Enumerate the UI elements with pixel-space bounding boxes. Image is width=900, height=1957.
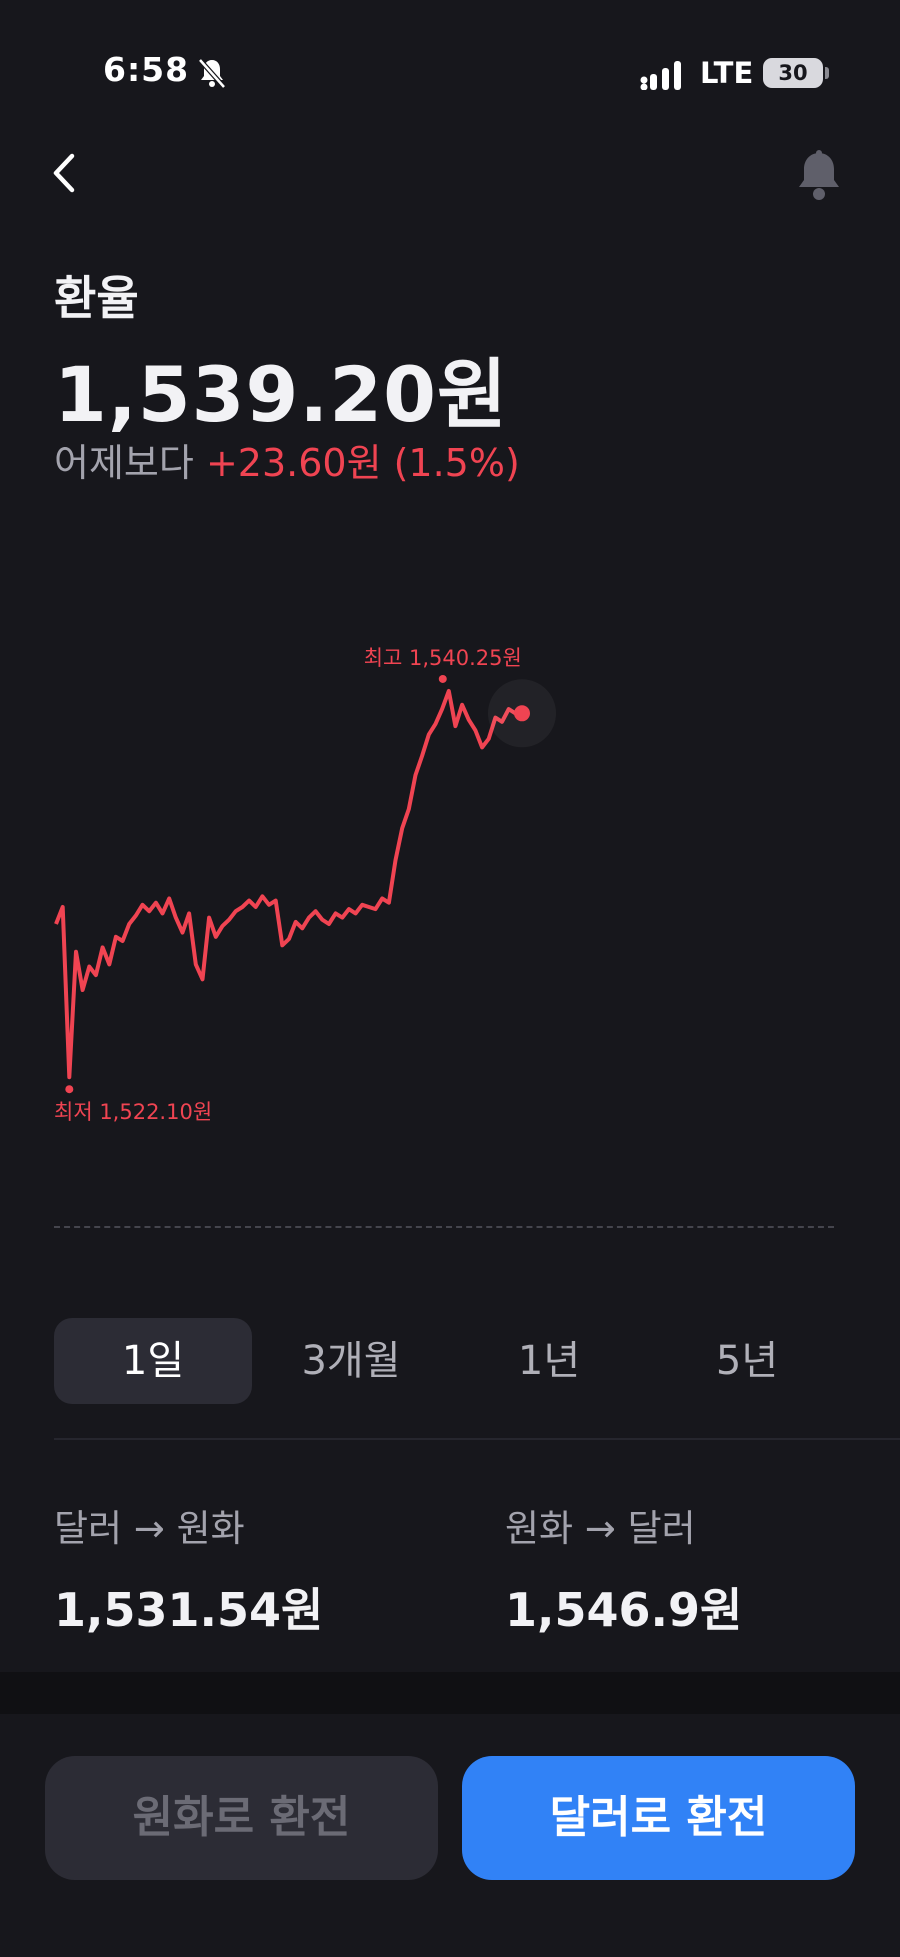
bottom-separator — [0, 1672, 900, 1714]
change-row: 어제보다 +23.60원 (1.5%) — [54, 432, 520, 487]
usd-to-krw-block: 달러 → 원화 1,531.54원 — [54, 1498, 323, 1640]
usd-to-krw-value: 1,531.54원 — [54, 1583, 324, 1637]
current-point-marker — [514, 705, 530, 722]
change-label: 어제보다 — [54, 441, 194, 485]
status-bar: 6:58 LTE 30 — [0, 0, 900, 150]
exchange-to-usd-button[interactable]: 달러로 환전 — [462, 1756, 855, 1880]
back-button[interactable] — [44, 148, 84, 198]
network-label: LTE — [700, 56, 754, 90]
tab-5-years[interactable]: 5년 — [648, 1318, 846, 1404]
change-value: +23.60원 (1.5%) — [205, 441, 520, 485]
max-label: 최고 1,540.25원 — [364, 646, 522, 670]
section-divider — [54, 1438, 900, 1440]
krw-to-usd-block: 원화 → 달러 1,546.9원 — [505, 1498, 742, 1640]
period-tabs: 1일 3개월 1년 5년 — [54, 1318, 844, 1404]
exchange-to-krw-button[interactable]: 원화로 환전 — [45, 1756, 438, 1880]
page-title: 환율 — [54, 271, 139, 325]
max-point-marker — [438, 674, 447, 683]
status-time: 6:58 — [103, 50, 190, 89]
rate-chart: 최고 1,540.25원최저 1,522.10원 — [54, 646, 556, 1124]
min-label: 최저 1,522.10원 — [54, 1100, 212, 1124]
tab-1-year[interactable]: 1년 — [450, 1318, 648, 1404]
krw-to-usd-label: 원화 → 달러 — [505, 1507, 696, 1550]
signal-icon — [640, 61, 681, 90]
usd-to-krw-label: 달러 → 원화 — [54, 1507, 245, 1550]
rate-line — [54, 689, 522, 1080]
alert-bell-button[interactable] — [792, 148, 846, 204]
tab-1-day[interactable]: 1일 — [54, 1318, 252, 1404]
min-point-marker — [65, 1085, 74, 1094]
krw-to-usd-value: 1,546.9원 — [505, 1583, 743, 1637]
battery-icon: 30 — [763, 58, 823, 88]
chart-divider — [54, 1226, 834, 1228]
bell-off-icon — [198, 58, 226, 89]
exchange-rate-value: 1,539.20원 — [54, 350, 508, 439]
battery-tip — [825, 67, 829, 79]
tab-3-months[interactable]: 3개월 — [252, 1318, 450, 1404]
